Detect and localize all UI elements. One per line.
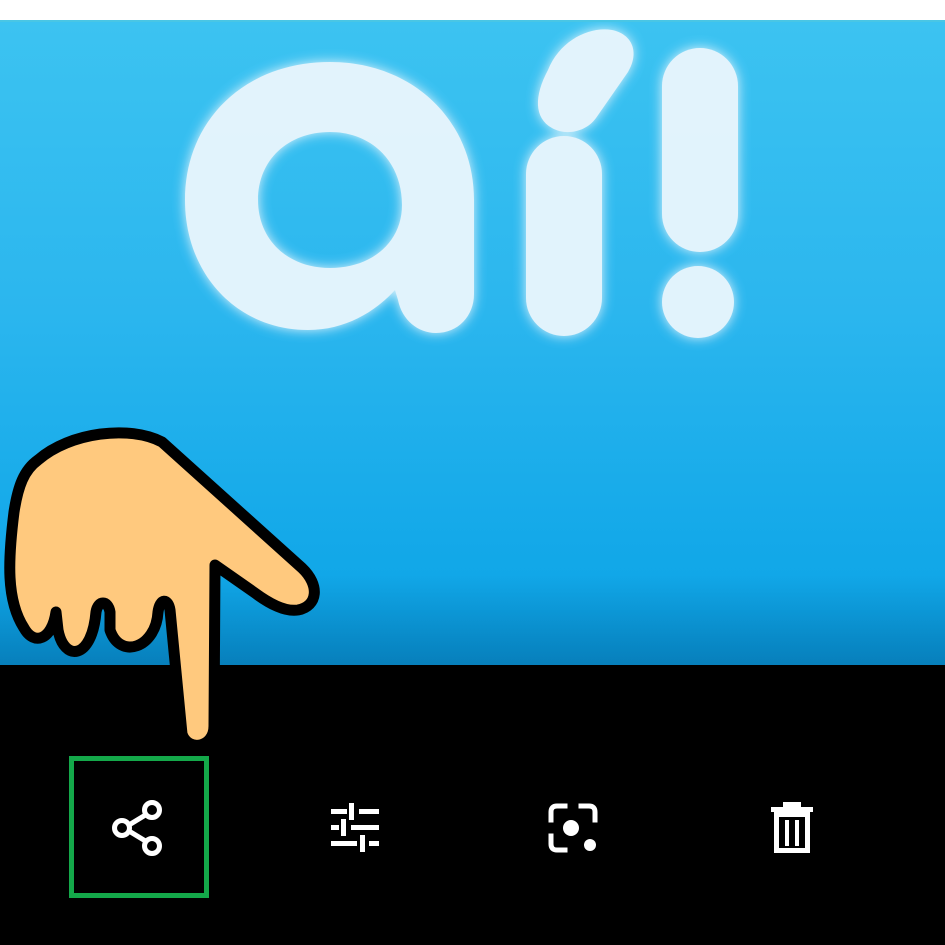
delete-button[interactable] bbox=[724, 760, 860, 896]
sliders-icon bbox=[331, 803, 379, 852]
edit-button[interactable] bbox=[287, 760, 423, 896]
pointing-hand-icon bbox=[4, 427, 320, 751]
lens-button[interactable] bbox=[505, 760, 641, 896]
trash-icon bbox=[771, 802, 813, 853]
share-icon bbox=[112, 800, 162, 856]
share-button[interactable] bbox=[69, 760, 205, 896]
status-strip bbox=[0, 0, 945, 22]
lens-icon bbox=[548, 803, 598, 853]
